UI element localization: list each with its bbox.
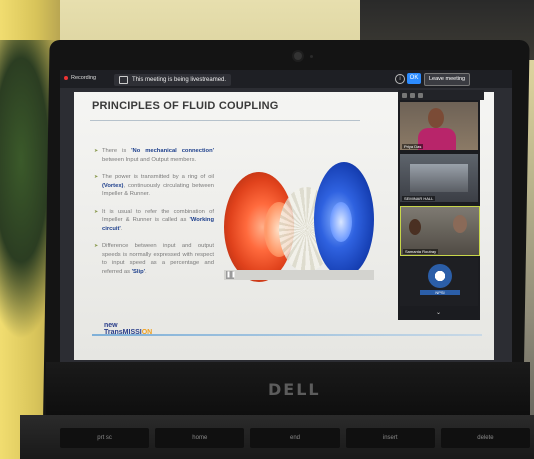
runner-hub (330, 202, 352, 242)
meeting-top-bar: Recording This meeting is being livestre… (60, 70, 512, 88)
bullet-list: There is 'No mechanical connection' betw… (94, 147, 214, 285)
seminar-room (410, 164, 468, 192)
person-face (428, 108, 444, 128)
person-face (453, 215, 467, 233)
participant-name: NPSI (420, 290, 460, 295)
grid-icon[interactable] (410, 92, 415, 98)
fluid-coupling-animation (224, 162, 384, 282)
participant-tile[interactable]: NPSI (400, 258, 478, 306)
logo-text: TransMISSI (104, 329, 142, 336)
person-face (409, 219, 421, 235)
info-icon[interactable]: i (395, 74, 405, 84)
panel-toolbar (398, 90, 484, 100)
laptop-brand-logo: DELL (268, 380, 321, 399)
bullet-highlight: 'Slip' (131, 268, 146, 275)
title-divider (90, 120, 360, 121)
bullet-highlight: (Vortex) (102, 182, 124, 189)
bullet-text: Difference between input and output spee… (102, 243, 214, 275)
logo-text: ON (141, 329, 153, 336)
logo-line: new (104, 322, 118, 329)
pause-icon[interactable]: ❚❚ (226, 271, 236, 279)
participant-name: SEMINAR HALL (402, 196, 436, 201)
key[interactable]: home (155, 428, 245, 448)
webcam-icon (294, 52, 302, 60)
key[interactable]: insert (345, 428, 435, 448)
bullet-item: Difference between input and output spee… (94, 242, 214, 276)
participant-name: Samanta Routray (403, 249, 439, 254)
participant-name: Priya Das (402, 144, 424, 149)
leave-meeting-button[interactable]: Leave meeting (424, 73, 471, 86)
livestream-notice: This meeting is being livestreamed. (114, 74, 232, 86)
bullet-item: It is usual to refer the combination of … (94, 208, 214, 234)
recording-label: Recording (71, 75, 97, 81)
participant-tile[interactable]: SEMINAR HALL (400, 154, 478, 202)
video-progress-bar[interactable] (224, 270, 374, 280)
livestream-text: This meeting is being livestreamed. (132, 77, 227, 83)
slide-title: PRINCIPLES OF FLUID COUPLING (92, 100, 279, 112)
participant-tile[interactable]: Priya Das (400, 102, 478, 150)
key-row: prt sc home end insert delete (60, 428, 531, 448)
bullet-text: between Input and Output members. (102, 156, 197, 163)
view-icon[interactable] (402, 92, 407, 98)
bullet-item: There is 'No mechanical connection' betw… (94, 147, 214, 164)
key[interactable]: prt sc (60, 428, 150, 448)
person-body (418, 128, 456, 150)
bullet-text: The power is transmitted by a ring of oi… (102, 174, 214, 180)
logo-line: TransMISSION (104, 329, 152, 336)
bullet-highlight: 'No mechanical connection' (131, 148, 214, 154)
laptop-screen: Recording This meeting is being livestre… (60, 70, 512, 362)
recording-indicator: Recording (64, 75, 96, 81)
participant-panel: Priya Das SEMINAR HALL Samanta Routray N… (398, 90, 484, 320)
bullet-item: The power is transmitted by a ring of oi… (94, 173, 214, 199)
key[interactable]: end (250, 428, 340, 448)
minimize-icon[interactable] (418, 92, 423, 98)
bullet-text: There is (102, 148, 132, 154)
photo-scene: Recording This meeting is being livestre… (0, 0, 534, 459)
record-dot-icon (64, 76, 68, 80)
key[interactable]: delete (440, 428, 531, 448)
organization-logo-icon (428, 264, 452, 288)
bullet-text: . (145, 268, 147, 275)
ok-button[interactable]: OK (407, 73, 421, 84)
chevron-down-icon[interactable]: ⌄ (436, 309, 441, 316)
participant-tile-active[interactable]: Samanta Routray (400, 206, 480, 256)
bullet-text: . (120, 225, 123, 232)
footer-logo: new TransMISSION (104, 322, 152, 336)
webcam-led (310, 55, 313, 58)
livestream-icon (119, 76, 128, 84)
